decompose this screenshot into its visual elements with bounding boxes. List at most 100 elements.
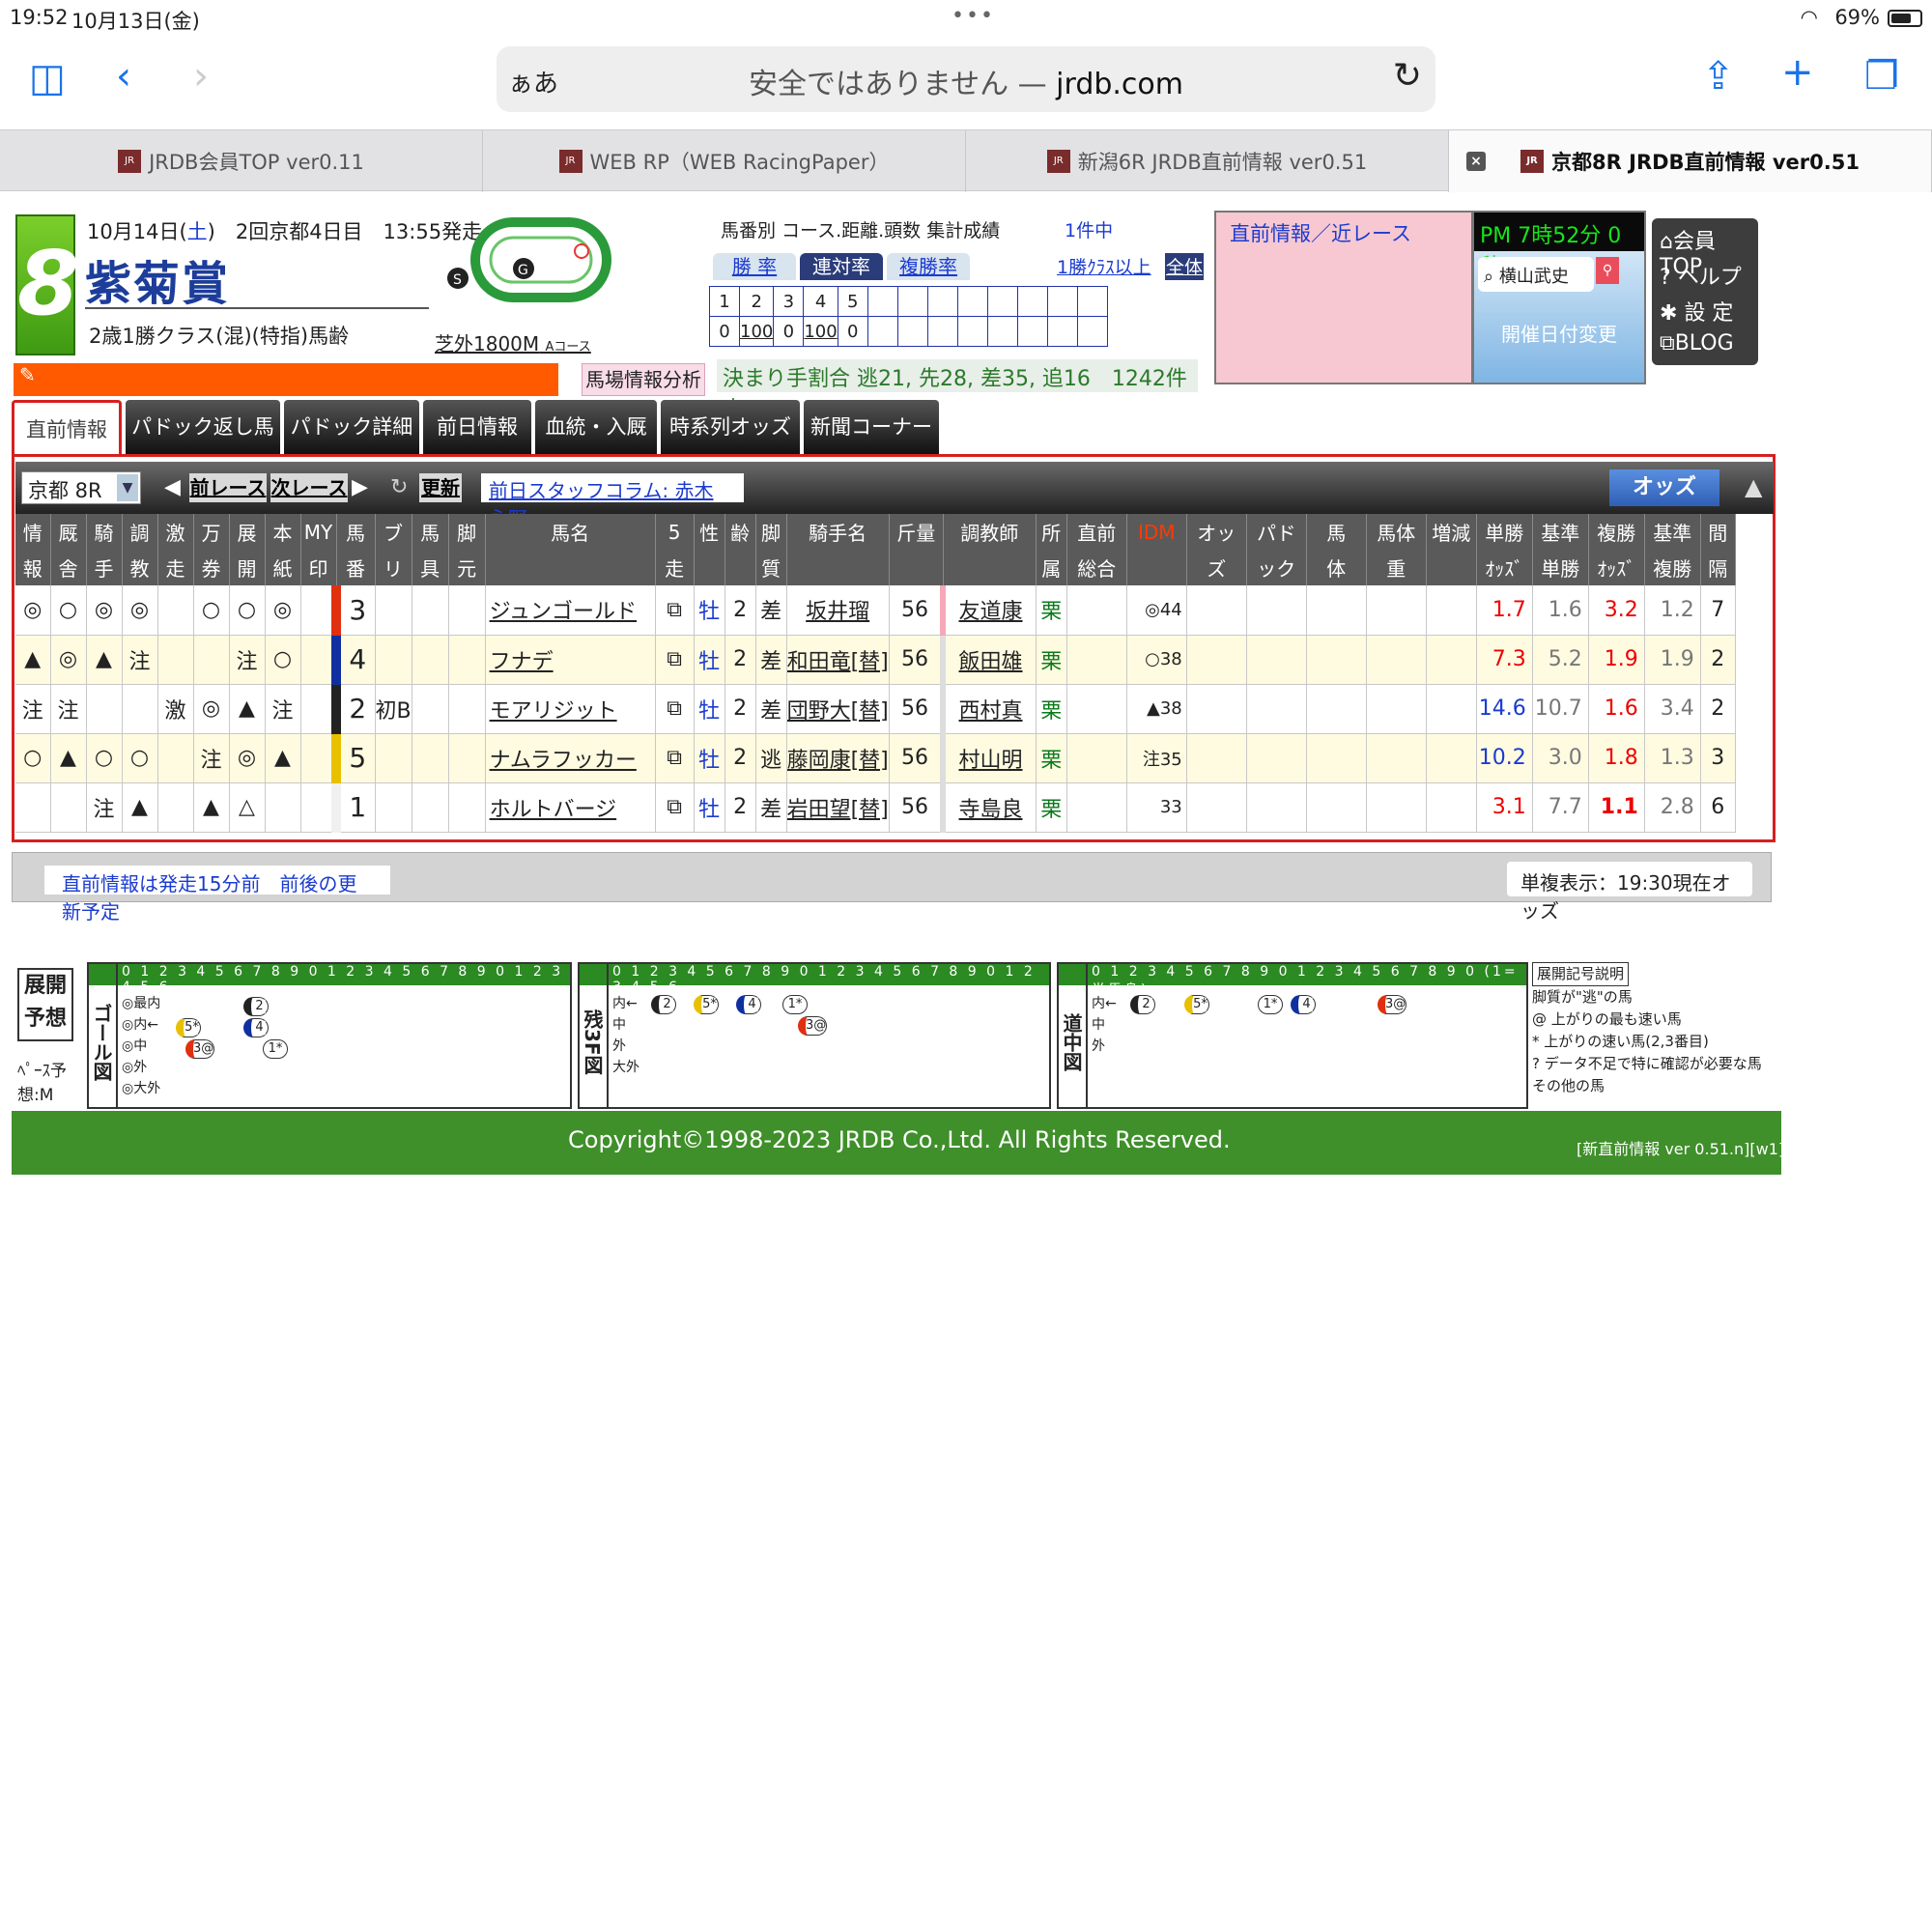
tab-bloodline[interactable]: 血統・入厩 — [535, 400, 657, 454]
last5-icon[interactable]: ⧉ — [655, 782, 695, 833]
tabs-overview-icon[interactable]: ❐ — [1864, 54, 1899, 99]
all-filter-button[interactable]: 全体 — [1165, 253, 1204, 280]
last5-icon[interactable]: ⧉ — [655, 635, 695, 685]
track-analysis-button[interactable]: 馬場情報分析 — [582, 363, 705, 396]
close-tab-icon[interactable]: × — [1466, 152, 1486, 171]
odds-button[interactable]: オッズ — [1609, 469, 1719, 506]
share-icon[interactable]: ⇪ — [1702, 54, 1735, 99]
tab-chokuzen[interactable]: 直前情報 — [12, 400, 122, 454]
mark-cell: ◎ — [265, 585, 301, 636]
jockey-link[interactable]: 和田竜[替] — [786, 635, 890, 685]
race-select[interactable]: 京都 8R ▼ — [21, 471, 141, 504]
column-header: 性 — [694, 514, 725, 550]
interval-cell: 2 — [1700, 635, 1736, 685]
mark-cell — [86, 684, 123, 734]
mark-cell: ○ — [15, 733, 51, 783]
idm-cell: ○38 — [1126, 635, 1187, 685]
table-row[interactable]: ◎ ○ ◎ ◎ ○ ○ ◎ 3 ジュンゴールド ⧉ 牡 2 差坂井瑠 56 友道康栗 ◎44 1.7 1.6 3.2… — [15, 585, 1736, 636]
mark-cell — [122, 684, 158, 734]
collapse-up-icon[interactable]: ▲ — [1745, 473, 1762, 500]
table-row[interactable]: ○ ▲ ○ ○ 注 ◎ ▲ 5 ナムラフッカー ⧉ 牡 2 逃藤岡康[替] 56 村山明栗注35 10.2 3.… — [15, 733, 1736, 783]
goal-figure: 0 1 2 3 4 5 6 7 8 9 0 1 2 3 4 5 6 7 8 9 … — [87, 962, 572, 1109]
table-row[interactable]: 注 ▲ ▲ △ 1 ホルトバージ ⧉ 牡 2 差岩田望[替] 56 寺島良栗 33 3.1 7.7 1.1 2.… — [15, 782, 1736, 833]
blank-cell — [1366, 782, 1427, 833]
horse-name-link[interactable]: ジュンゴールド — [485, 585, 656, 636]
menu-settings[interactable]: ✱ 設 定 — [1652, 290, 1758, 326]
mark-cell: ▲ — [15, 635, 51, 685]
tab-previous-day[interactable]: 前日情報 — [423, 400, 531, 454]
tab-win-rate[interactable]: 勝 率 — [713, 253, 796, 280]
menu-blog[interactable]: ⧉BLOG — [1652, 326, 1758, 361]
horse-name-link[interactable]: ホルトバージ — [485, 782, 656, 833]
stat-cell — [896, 286, 928, 317]
menu-member-top[interactable]: ⌂会員TOP — [1652, 218, 1758, 279]
tab-paddock-return[interactable]: パドック返し馬 — [126, 400, 280, 454]
stat-cell: 0 — [773, 316, 805, 347]
staff-column-link[interactable]: 前日スタッフコラム: 赤木 永野 — [481, 473, 744, 530]
refresh-icon[interactable]: ↻ — [390, 475, 408, 499]
trainer-link[interactable]: 友道康 — [940, 585, 1037, 636]
browser-tab-4-active[interactable]: × JR 京都8R JRDB直前情報 ver0.51 — [1449, 130, 1932, 192]
new-tab-icon[interactable]: + — [1781, 50, 1814, 95]
tab-paddock-detail[interactable]: パドック詳細 — [284, 400, 419, 454]
browser-tab-3[interactable]: JR 新潟6R JRDB直前情報 ver0.51 — [966, 130, 1449, 192]
menu-help[interactable]: ? ヘルプ — [1652, 254, 1758, 290]
reload-icon[interactable]: ↻ — [1393, 56, 1422, 96]
age-cell: 2 — [724, 684, 756, 734]
last5-icon[interactable]: ⧉ — [655, 684, 695, 734]
column-header: 体 — [1306, 550, 1367, 585]
mark-cell: 注 — [229, 635, 266, 685]
column-header: 騎 — [86, 514, 123, 550]
search-button[interactable]: ⚲ — [1596, 257, 1619, 284]
trainer-link[interactable]: 飯田雄 — [940, 635, 1037, 685]
total-cell — [1066, 782, 1127, 833]
tab-newspaper[interactable]: 新聞コーナー — [804, 400, 939, 454]
blank-cell — [1306, 635, 1367, 685]
last5-icon[interactable]: ⧉ — [655, 585, 695, 636]
tab-quinella-rate[interactable]: 連対率 — [800, 253, 883, 280]
last5-icon[interactable]: ⧉ — [655, 733, 695, 783]
multitask-dots-icon[interactable]: ••• — [952, 4, 995, 28]
update-button[interactable]: 更新 — [419, 473, 462, 502]
horse-name-link[interactable]: フナデ — [485, 635, 656, 685]
course-distance[interactable]: 芝外1800M Aコース — [435, 328, 591, 356]
trainer-link[interactable]: 西村真 — [940, 684, 1037, 734]
jockey-link[interactable]: 藤岡康[替] — [786, 733, 890, 783]
trainer-link[interactable]: 寺島良 — [940, 782, 1037, 833]
jockey-link[interactable]: 団野大[替] — [786, 684, 890, 734]
jockey-link[interactable]: 岩田望[替] — [786, 782, 890, 833]
base-place: 1.3 — [1644, 733, 1701, 783]
weight-cell: 56 — [889, 585, 944, 636]
memo-bar[interactable]: ✎ — [14, 363, 558, 396]
search-input[interactable]: ⌕ 横山武史 — [1478, 257, 1594, 292]
back-icon[interactable]: ‹ — [116, 54, 131, 99]
prev-race-button[interactable]: 前レース — [189, 473, 267, 502]
blank-cell — [1246, 585, 1307, 636]
class-filter-link[interactable]: 1勝ｸﾗｽ以上 — [1057, 253, 1151, 279]
sex-cell: 牡 — [694, 733, 725, 783]
course-map-icon: S G — [447, 217, 611, 302]
horse-name-link[interactable]: モアリジット — [485, 684, 656, 734]
trainer-link[interactable]: 村山明 — [940, 733, 1037, 783]
mark-cell — [157, 733, 194, 783]
prev-arrow-icon[interactable]: ◀ — [164, 475, 181, 499]
tab-odds-timeline[interactable]: 時系列オッズ — [661, 400, 800, 454]
next-arrow-icon[interactable]: ▶ — [352, 475, 368, 499]
jockey-link[interactable]: 坂井瑠 — [786, 585, 890, 636]
next-race-button[interactable]: 次レース — [270, 473, 348, 502]
change-date-button[interactable]: 開催日付変更 — [1501, 319, 1617, 347]
forward-icon[interactable]: › — [193, 54, 209, 99]
mark-cell: ▲ — [122, 782, 158, 833]
horse-name-link[interactable]: ナムラフッカー — [485, 733, 656, 783]
mark-cell: ▲ — [265, 733, 301, 783]
place-odds: 1.1 — [1588, 782, 1645, 833]
table-row[interactable]: 注注激 ◎ ▲ 注 2 初B モアリジット ⧉ 牡 2 差団野大[替] 56 西村真栗 ▲38 14.6 10… — [15, 684, 1736, 734]
blank-cell — [1366, 585, 1427, 636]
stat-cell: 2 — [738, 286, 775, 317]
sidebar-toggle-icon[interactable]: ◫ — [29, 56, 66, 100]
tab-show-rate[interactable]: 複勝率 — [887, 253, 970, 280]
browser-tab-1[interactable]: JR JRDB会員TOP ver0.11 — [0, 130, 483, 192]
table-row[interactable]: ▲ ◎ ▲ 注注 ○ 4 フナデ ⧉ 牡 2 差和田竜[替] 56 飯田雄栗 ○38 7.3 5.2 1.9 1.… — [15, 635, 1736, 685]
browser-tab-2[interactable]: JR WEB RP（WEB RacingPaper） — [483, 130, 966, 192]
address-bar[interactable]: ぁあ 安全ではありません — jrdb.com ↻ — [497, 46, 1435, 112]
